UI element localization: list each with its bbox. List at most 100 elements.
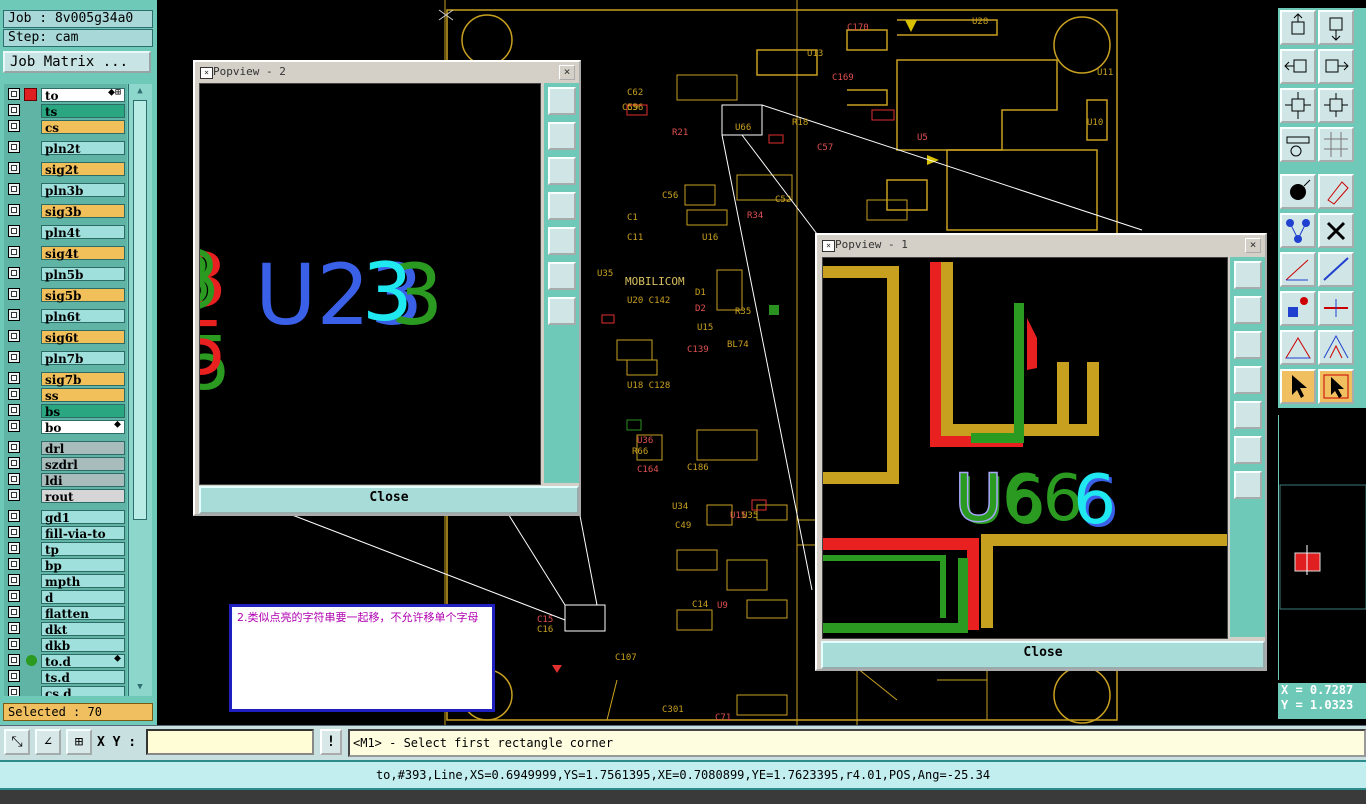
- layer-name[interactable]: tp: [41, 542, 125, 557]
- measure-icon[interactable]: ∠: [35, 729, 61, 755]
- layer-row-ldi[interactable]: ldi: [4, 472, 127, 488]
- pad-button[interactable]: [1280, 291, 1316, 326]
- grid-snap-icon[interactable]: ⊞: [66, 729, 92, 755]
- layer-row-mpth[interactable]: mpth: [4, 573, 127, 589]
- layer-row-sig2t[interactable]: sig2t: [4, 161, 127, 177]
- layer-name[interactable]: to.d: [41, 654, 125, 669]
- zoom-down-button[interactable]: [1318, 10, 1354, 45]
- layer-row-cs[interactable]: cs: [4, 119, 127, 135]
- layer-checkbox[interactable]: [8, 686, 20, 696]
- layer-name[interactable]: dkb: [41, 638, 125, 653]
- layer-row-sig6t[interactable]: sig6t: [4, 329, 127, 345]
- layer-checkbox[interactable]: [8, 204, 20, 216]
- layer-row-dkb[interactable]: dkb: [4, 637, 127, 653]
- pan-right-button[interactable]: [1234, 401, 1262, 429]
- popview-1-titlebar[interactable]: × Popview - 1 ×: [819, 237, 1263, 253]
- layer-name[interactable]: gd1: [41, 510, 125, 525]
- layer-checkbox[interactable]: [8, 606, 20, 618]
- layer-row-to.d[interactable]: to.d ⬥: [4, 653, 127, 669]
- layer-name[interactable]: bs: [41, 404, 125, 419]
- layer-name[interactable]: cs.d: [41, 686, 125, 696]
- layer-checkbox[interactable]: [8, 558, 20, 570]
- layer-checkbox[interactable]: [8, 104, 20, 116]
- layer-row-pln4t[interactable]: pln4t: [4, 224, 127, 240]
- zoom-home-button[interactable]: [1234, 261, 1262, 289]
- layer-row-pln7b[interactable]: pln7b: [4, 350, 127, 366]
- layer-checkbox[interactable]: [8, 510, 20, 522]
- layer-name[interactable]: sig6t: [41, 330, 125, 345]
- job-matrix-button[interactable]: Job Matrix ...: [3, 51, 151, 73]
- layer-row-pln2t[interactable]: pln2t: [4, 140, 127, 156]
- delete-button[interactable]: [1318, 213, 1354, 248]
- layer-checkbox[interactable]: [8, 622, 20, 634]
- layer-row-flatten[interactable]: flatten: [4, 605, 127, 621]
- layer-list-scrollbar[interactable]: ▲ ▼: [128, 84, 152, 696]
- layer-checkbox[interactable]: [8, 225, 20, 237]
- popview-2-window[interactable]: × Popview - 2 × 3 3 5 5 U23 3 3 Close: [167, 60, 581, 516]
- zoom-up-button[interactable]: [1234, 296, 1262, 324]
- layer-name[interactable]: rout: [41, 489, 125, 504]
- layer-checkbox[interactable]: [8, 574, 20, 586]
- layer-name[interactable]: ss: [41, 388, 125, 403]
- layer-name[interactable]: ts: [41, 104, 125, 119]
- layer-row-bo[interactable]: bo ⬥: [4, 419, 127, 435]
- layer-name[interactable]: pln4t: [41, 225, 125, 240]
- layer-row-to[interactable]: to ⬥⊞: [4, 87, 127, 103]
- erase-button[interactable]: [1318, 174, 1354, 209]
- layer-checkbox[interactable]: [8, 162, 20, 174]
- layer-name[interactable]: cs: [41, 120, 125, 135]
- layer-checkbox[interactable]: [8, 526, 20, 538]
- feature-select-button[interactable]: [1280, 174, 1316, 209]
- layer-row-ss[interactable]: ss: [4, 387, 127, 403]
- layer-name[interactable]: sig5b: [41, 288, 125, 303]
- layer-row-ts.d[interactable]: ts.d: [4, 669, 127, 685]
- zoom-home-button[interactable]: [1280, 10, 1316, 45]
- layer-checkbox[interactable]: [8, 309, 20, 321]
- zoom-home-button[interactable]: [548, 87, 576, 115]
- layer-checkbox[interactable]: [8, 183, 20, 195]
- layer-name[interactable]: mpth: [41, 574, 125, 589]
- layer-name[interactable]: sig7b: [41, 372, 125, 387]
- layer-checkbox[interactable]: [8, 404, 20, 416]
- layer-checkbox[interactable]: [8, 372, 20, 384]
- layer-name[interactable]: fill-via-to: [41, 526, 125, 541]
- zoom-out-button[interactable]: [1234, 471, 1262, 499]
- layer-name[interactable]: bp: [41, 558, 125, 573]
- mini-map[interactable]: [1278, 415, 1366, 680]
- zoom-in-button[interactable]: [1234, 436, 1262, 464]
- layer-checkbox[interactable]: [8, 457, 20, 469]
- layer-row-szdrl[interactable]: szdrl: [4, 456, 127, 472]
- zoom-in-button[interactable]: [548, 262, 576, 290]
- layer-checkbox[interactable]: [8, 351, 20, 363]
- layer-name[interactable]: ldi: [41, 473, 125, 488]
- layer-checkbox[interactable]: [8, 330, 20, 342]
- layer-row-bs[interactable]: bs: [4, 403, 127, 419]
- layer-name[interactable]: pln6t: [41, 309, 125, 324]
- layer-checkbox[interactable]: [8, 441, 20, 453]
- popview-2-canvas[interactable]: 3 3 5 5 U23 3 3: [167, 83, 541, 485]
- zoom-up-button[interactable]: [548, 122, 576, 150]
- layer-checkbox[interactable]: [8, 288, 20, 300]
- tools-button[interactable]: [1280, 127, 1316, 162]
- zoom-out-button[interactable]: [548, 297, 576, 325]
- layer-name[interactable]: bo: [41, 420, 125, 435]
- pan-right-button[interactable]: [1318, 49, 1354, 84]
- layer-checkbox[interactable]: [8, 120, 20, 132]
- layer-name[interactable]: d: [41, 590, 125, 605]
- pan-left-button[interactable]: [548, 192, 576, 220]
- pointer-box-button[interactable]: [1318, 369, 1354, 404]
- zoom-in-button[interactable]: [1280, 88, 1316, 123]
- pan-right-button[interactable]: [548, 227, 576, 255]
- popview-1-canvas[interactable]: U6 U U66 6 6: [822, 257, 1228, 639]
- layer-row-sig5b[interactable]: sig5b: [4, 287, 127, 303]
- layer-checkbox[interactable]: [8, 88, 20, 100]
- layer-row-tp[interactable]: tp: [4, 541, 127, 557]
- layer-row-ts[interactable]: ts: [4, 103, 127, 119]
- zoom-down-button[interactable]: [1234, 331, 1262, 359]
- layer-name[interactable]: dkt: [41, 622, 125, 637]
- layer-checkbox[interactable]: [8, 542, 20, 554]
- layer-name[interactable]: drl: [41, 441, 125, 456]
- pan-left-button[interactable]: [1234, 366, 1262, 394]
- layer-name[interactable]: flatten: [41, 606, 125, 621]
- measure-button[interactable]: [1318, 291, 1354, 326]
